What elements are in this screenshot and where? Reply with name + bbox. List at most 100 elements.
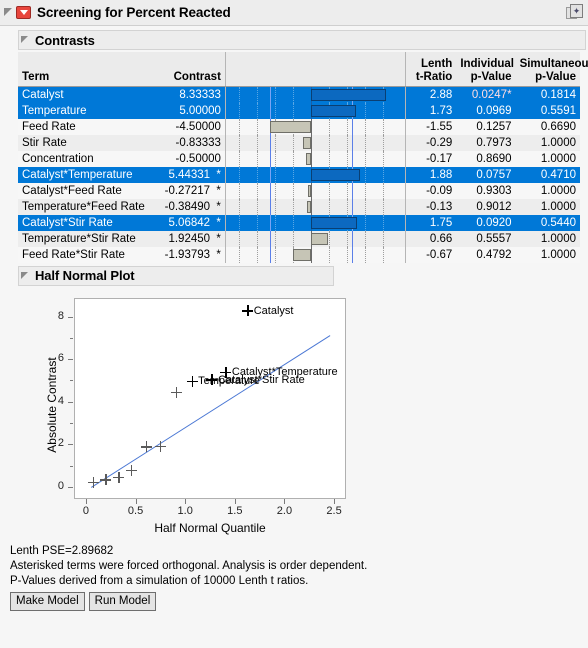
bar-gridline <box>238 182 240 199</box>
y-axis-tick-mark <box>68 359 73 361</box>
bar-gridline <box>292 166 294 183</box>
table-row[interactable]: Concentration -0.50000 -0.17 0.8690 1.0000 <box>18 150 580 167</box>
cell-contrast-bar <box>224 198 406 215</box>
cell-simultaneous-pvalue: 1.0000 <box>515 198 580 215</box>
cell-simultaneous-pvalue: 1.0000 <box>515 246 580 263</box>
bar-gridline <box>382 150 384 167</box>
cell-lenth-t-ratio: -0.13 <box>405 198 457 215</box>
cell-contrast: 5.06842 * <box>150 214 226 231</box>
bar-gridline <box>274 214 276 231</box>
bar-gridline <box>256 118 258 135</box>
bar-reference-line <box>352 118 354 135</box>
window-disclosure-triangle-icon[interactable] <box>3 7 14 18</box>
data-point[interactable] <box>170 386 182 398</box>
red-triangle-menu-icon[interactable] <box>16 6 31 19</box>
bar-gridline <box>346 230 348 247</box>
data-point[interactable] <box>126 464 138 476</box>
bar-gridline <box>382 118 384 135</box>
table-row[interactable]: Temperature*Feed Rate -0.38490 * -0.13 0.90… <box>18 198 580 215</box>
cell-term[interactable]: Feed Rate <box>18 118 151 135</box>
column-header-simultaneous-pvalue[interactable]: Simultaneous p-Value <box>515 52 588 87</box>
bar-gridline <box>364 166 366 183</box>
cell-contrast-bar <box>224 118 406 135</box>
bar-reference-line <box>352 134 354 151</box>
bar-gridline <box>382 214 384 231</box>
contrasts-table-container: Term Contrast Lenth t-Ratio Individual p… <box>18 52 588 263</box>
table-row[interactable]: Catalyst*Temperature 5.44331 * 1.88 0.0757 0… <box>18 166 580 183</box>
bar-gridline <box>364 246 366 263</box>
y-axis-tick-mark <box>68 486 73 488</box>
bar-gridline <box>346 118 348 135</box>
table-row[interactable]: Feed Rate -4.50000 -1.55 0.1257 0.6690 <box>18 118 580 135</box>
data-point[interactable] <box>220 366 232 378</box>
bar-gridline <box>346 150 348 167</box>
y-axis-minor-tick-mark <box>70 380 73 382</box>
bar-gridline <box>256 134 258 151</box>
cell-term[interactable]: Stir Rate <box>18 134 151 151</box>
bar-gridline <box>346 182 348 199</box>
run-model-button[interactable]: Run Model <box>88 591 157 611</box>
cell-contrast-bar <box>224 182 406 199</box>
table-row[interactable]: Catalyst 8.33333 2.88 0.0247* 0.1814 <box>18 86 580 103</box>
pvalue-note-text: P-Values derived from a simulation of 10… <box>10 574 309 587</box>
data-point[interactable] <box>87 476 99 488</box>
cell-contrast: -4.50000 <box>150 118 226 135</box>
bar-zero-line <box>310 182 312 199</box>
cell-contrast: 8.33333 <box>150 86 226 103</box>
page-title: Screening for Percent Reacted <box>37 5 231 20</box>
data-point[interactable] <box>242 305 254 317</box>
bar-reference-line <box>352 246 354 263</box>
column-header-lenth-t-ratio[interactable]: Lenth t-Ratio <box>405 52 457 87</box>
cell-term[interactable]: Temperature*Stir Rate <box>18 230 151 247</box>
data-point-label: Catalyst*Temperature <box>231 366 338 379</box>
cell-term[interactable]: Catalyst*Temperature <box>18 166 151 183</box>
section-header-half-normal-plot[interactable]: Half Normal Plot <box>18 265 334 286</box>
table-row[interactable]: Temperature 5.00000 1.73 0.0969 0.5591 <box>18 102 580 119</box>
contrast-bar <box>308 184 311 197</box>
bar-gridline <box>238 102 240 119</box>
cell-lenth-t-ratio: -1.55 <box>405 118 457 135</box>
bar-zero-line <box>310 198 312 215</box>
contrast-bar <box>306 152 311 165</box>
cell-term[interactable]: Feed Rate*Stir Rate <box>18 246 151 263</box>
data-point[interactable] <box>154 441 166 453</box>
bar-gridline <box>328 182 330 199</box>
cell-term[interactable]: Temperature*Feed Rate <box>18 198 151 215</box>
table-row[interactable]: Stir Rate -0.83333 -0.29 0.7973 1.0000 <box>18 134 580 151</box>
table-row[interactable]: Temperature*Stir Rate 1.92450 * 0.66 0.5557… <box>18 230 580 247</box>
bar-reference-line <box>352 230 354 247</box>
plot-canvas[interactable]: Temperature Catalyst*Stir Rate Catalyst*Te… <box>74 297 346 499</box>
data-point[interactable] <box>206 374 218 386</box>
table-header-row: Term Contrast Lenth t-Ratio Individual p… <box>18 52 588 87</box>
table-row[interactable]: Catalyst*Stir Rate 5.06842 * 1.75 0.0920 0.5… <box>18 214 580 231</box>
table-row[interactable]: Catalyst*Feed Rate -0.27217 * -0.09 0.9303 1… <box>18 182 580 199</box>
cell-term[interactable]: Temperature <box>18 102 151 119</box>
column-header-individual-pvalue[interactable]: Individual p-Value <box>456 52 516 87</box>
make-model-button[interactable]: Make Model <box>10 591 85 611</box>
bar-gridline <box>238 86 240 103</box>
data-point[interactable] <box>186 375 198 387</box>
section-header-contrasts[interactable]: Contrasts <box>18 30 586 50</box>
cell-term[interactable]: Catalyst*Feed Rate <box>18 182 151 199</box>
cell-contrast-bar <box>224 134 406 151</box>
bar-gridline <box>292 230 294 247</box>
data-point[interactable] <box>113 471 125 483</box>
table-row[interactable]: Feed Rate*Stir Rate -1.93793 * -0.67 0.4792… <box>18 246 580 263</box>
y-axis-tick-label: 4 <box>57 394 64 407</box>
half-normal-disclosure-triangle-icon[interactable] <box>21 271 31 281</box>
contrasts-disclosure-triangle-icon[interactable] <box>21 35 31 45</box>
contrast-bar <box>303 136 311 149</box>
column-header-contrast[interactable]: Contrast <box>150 52 226 87</box>
bar-gridline <box>382 246 384 263</box>
bar-zero-line <box>310 150 312 167</box>
restore-window-icon[interactable]: ✦ <box>566 4 583 21</box>
column-header-term[interactable]: Term <box>18 52 151 87</box>
cell-term[interactable]: Concentration <box>18 150 151 167</box>
cell-term[interactable]: Catalyst <box>18 86 151 103</box>
data-point[interactable] <box>140 441 152 453</box>
cell-term[interactable]: Catalyst*Stir Rate <box>18 214 151 231</box>
x-axis-tick-mark <box>234 498 236 504</box>
data-point[interactable] <box>100 474 112 486</box>
contrast-bar <box>307 200 311 213</box>
cell-contrast: -1.93793 * <box>150 246 226 263</box>
